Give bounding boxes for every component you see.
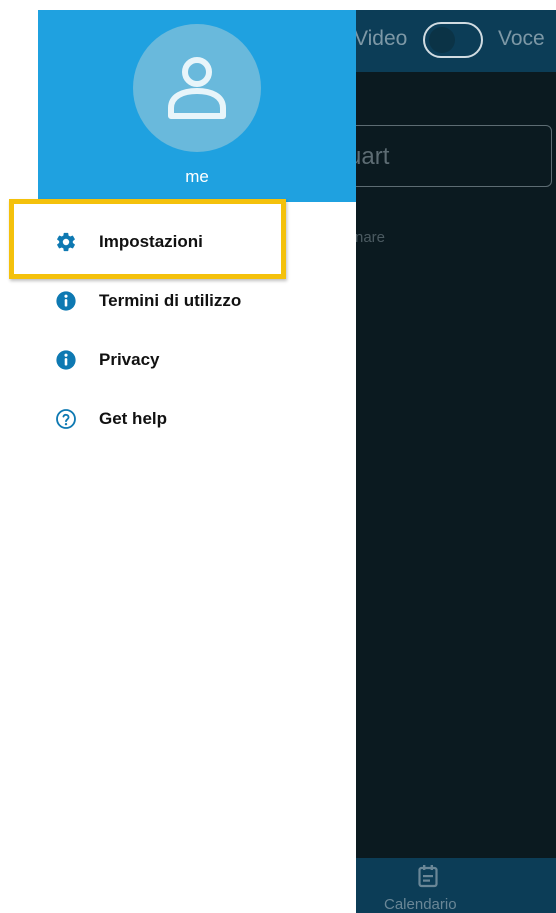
menu-item-settings[interactable]: Impostazioni: [0, 219, 356, 265]
menu-item-terms[interactable]: Termini di utilizzo: [0, 278, 356, 324]
menu-item-privacy[interactable]: Privacy: [0, 337, 356, 383]
side-drawer: me Impostazioni Termini di utilizzo Priv…: [0, 0, 356, 913]
screen: Video Voce uart rnare Calendario me Impo…: [0, 0, 556, 913]
toggle-knob: [429, 27, 455, 53]
drawer-header: me: [38, 10, 356, 202]
info-icon: [55, 349, 77, 371]
video-voice-toggle[interactable]: [423, 22, 483, 58]
video-label: Video: [354, 27, 408, 50]
help-circle-icon: [55, 408, 77, 430]
app-content: [356, 72, 556, 858]
menu-label-privacy: Privacy: [99, 350, 160, 369]
user-icon: [168, 57, 226, 119]
menu-label-help: Get help: [99, 409, 168, 428]
menu-label-terms: Termini di utilizzo: [99, 291, 242, 310]
voice-label: Voce: [498, 27, 545, 50]
calendar-icon[interactable]: [418, 864, 438, 888]
menu-label-settings: Impostazioni: [99, 232, 203, 251]
gear-icon: [55, 231, 77, 253]
menu-item-help[interactable]: Get help: [0, 396, 356, 442]
tab-calendar[interactable]: Calendario: [384, 896, 457, 913]
avatar[interactable]: [133, 24, 261, 152]
user-name: me: [185, 167, 209, 186]
info-icon: [55, 290, 77, 312]
